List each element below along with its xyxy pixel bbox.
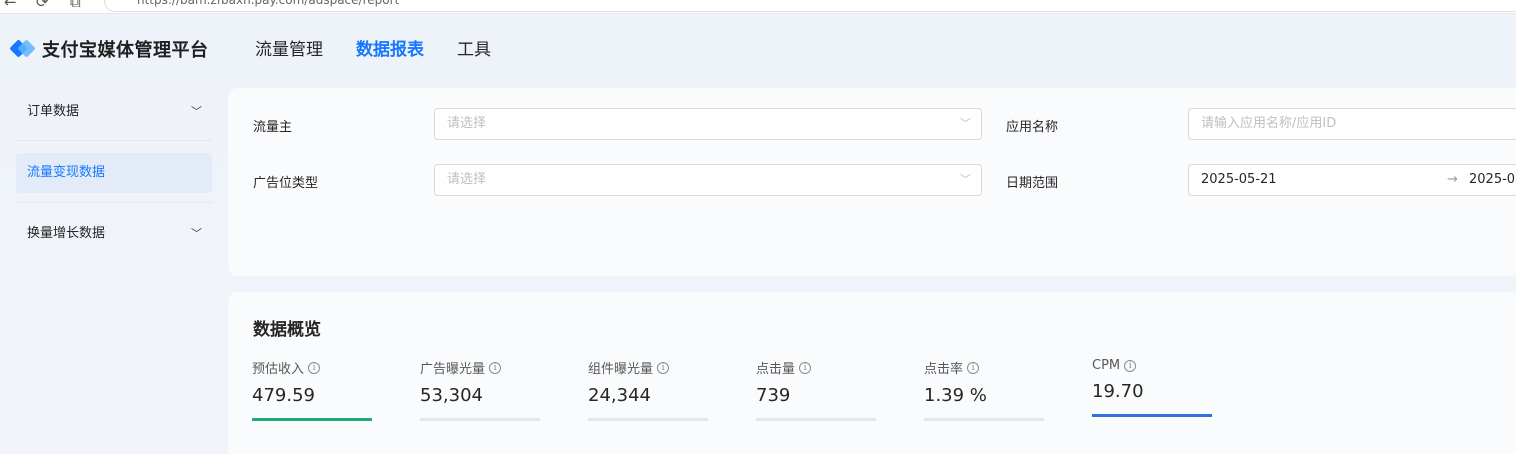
metric-label: 点击量 (756, 362, 796, 377)
top-nav-tools[interactable]: 工具 (457, 35, 491, 60)
app-header: 支付宝媒体管理平台 流量管理 数据报表 工具 (0, 14, 1516, 78)
top-nav-traffic-management[interactable]: 流量管理 (255, 35, 323, 60)
metric-label: 组件曝光量 (588, 362, 654, 377)
metric-ctr[interactable]: 点击率 i 1.39 % (924, 358, 1044, 421)
reload-icon[interactable]: ⟳ (36, 0, 49, 10)
metric-value: 739 (756, 385, 791, 406)
metric-ad-impressions[interactable]: 广告曝光量 i 53,304 (420, 358, 540, 421)
metric-value: 24,344 (588, 385, 651, 406)
sidebar-item-exchange-growth[interactable]: 换量增长数据 ﹀ (16, 214, 212, 254)
info-icon[interactable]: i (308, 361, 321, 374)
sidebar-divider (16, 140, 212, 141)
sidebar-divider (16, 202, 212, 203)
metric-value: 19.70 (1092, 381, 1144, 402)
top-nav: 流量管理 数据报表 工具 (255, 35, 524, 60)
metric-cpm[interactable]: CPM i 19.70 (1092, 358, 1212, 417)
sidebar-item-order-data[interactable]: 订单数据 ﹀ (16, 92, 212, 132)
top-nav-data-reports[interactable]: 数据报表 (356, 35, 424, 60)
metric-indicator-bar (756, 418, 876, 421)
metric-estimated-revenue[interactable]: 预估收入 i 479.59 (252, 358, 372, 421)
info-icon[interactable]: i (657, 361, 670, 374)
metric-value: 53,304 (420, 385, 483, 406)
overview-title: 数据概览 (253, 320, 321, 340)
chevron-down-icon: ﹀ (191, 227, 202, 240)
metric-label: CPM (1092, 358, 1121, 373)
ad-slot-type-select[interactable]: 请选择 ﹀ (434, 164, 982, 196)
browser-toolbar: ← ⟳ ⧉ https://bam.zfbaxh.pay.com/adspace… (0, 0, 1516, 14)
app-name-placeholder: 请输入应用名称/应用ID (1201, 116, 1337, 131)
ad-slot-type-label: 广告位类型 (253, 176, 319, 191)
info-icon[interactable]: i (489, 361, 502, 374)
date-start[interactable]: 2025-05-21 (1201, 165, 1277, 195)
metric-label: 广告曝光量 (420, 362, 486, 377)
metric-value: 1.39 % (924, 385, 987, 406)
app-title: 支付宝媒体管理平台 (42, 40, 209, 61)
metric-component-impressions[interactable]: 组件曝光量 i 24,344 (588, 358, 708, 421)
address-bar[interactable]: https://bam.zfbaxh.pay.com/adspace/repor… (104, 0, 1516, 12)
app-logo[interactable]: 支付宝媒体管理平台 (9, 36, 209, 62)
alipay-logo-icon (9, 39, 36, 59)
filter-panel: 流量主 请选择 ﹀ 应用名称 请输入应用名称/应用ID 广告位类型 请选择 ﹀ … (228, 88, 1516, 276)
metric-indicator-bar (1092, 414, 1212, 417)
sidebar-item-traffic-monetization[interactable]: 流量变现数据 (16, 153, 212, 193)
data-overview-panel: 数据概览 预估收入 i 479.59 广告曝光量 i 53,304 组件曝光量 i 2… (228, 292, 1516, 454)
traffic-owner-placeholder: 请选择 (447, 116, 487, 131)
sidebar-item-label: 流量变现数据 (27, 165, 106, 180)
info-icon[interactable]: i (1124, 359, 1137, 372)
sidebar-item-label: 订单数据 (27, 104, 80, 119)
back-icon[interactable]: ← (4, 0, 17, 10)
traffic-owner-select[interactable]: 请选择 ﹀ (434, 108, 982, 140)
traffic-owner-label: 流量主 (253, 120, 293, 135)
metric-value: 479.59 (252, 385, 315, 406)
metric-indicator-bar (924, 418, 1044, 421)
date-end[interactable]: 2025-05 (1469, 165, 1516, 195)
chevron-down-icon: ﹀ (960, 117, 971, 130)
ad-slot-type-placeholder: 请选择 (447, 172, 487, 187)
metric-indicator-bar (420, 418, 540, 421)
metric-clicks[interactable]: 点击量 i 739 (756, 358, 876, 421)
date-range-picker[interactable]: 2025-05-21 → 2025-05 (1188, 164, 1516, 196)
chevron-down-icon: ﹀ (960, 173, 971, 186)
info-icon[interactable]: i (967, 361, 980, 374)
metric-label: 预估收入 (252, 362, 305, 377)
arrow-right-icon: → (1447, 172, 1458, 187)
metric-indicator-bar (588, 418, 708, 421)
extensions-icon[interactable]: ⧉ (70, 0, 81, 10)
date-range-label: 日期范围 (1006, 176, 1059, 191)
sidebar-item-label: 换量增长数据 (27, 226, 106, 241)
metric-indicator-bar (252, 418, 372, 421)
app-name-input[interactable]: 请输入应用名称/应用ID (1188, 108, 1516, 140)
chevron-down-icon: ﹀ (191, 105, 202, 118)
app-name-label: 应用名称 (1006, 120, 1059, 135)
metric-label: 点击率 (924, 362, 964, 377)
info-icon[interactable]: i (799, 361, 812, 374)
